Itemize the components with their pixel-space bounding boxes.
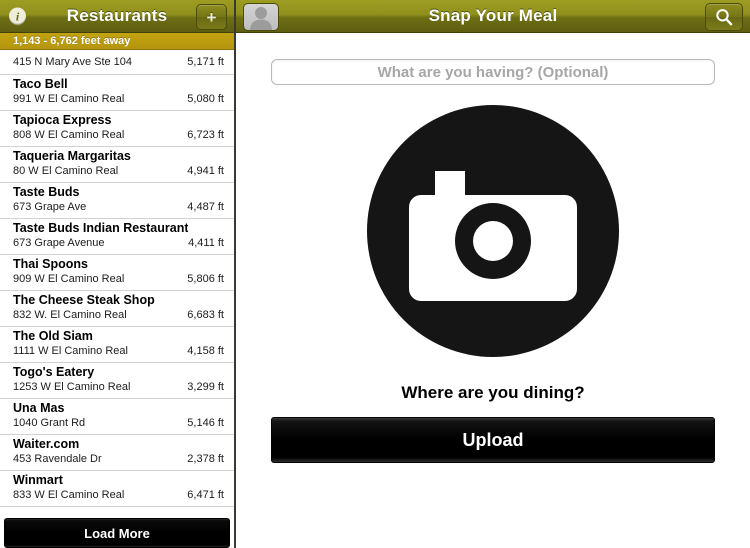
restaurant-info: Thai Spoons 909 W El Camino Real [13,257,124,286]
list-item[interactable]: The Old Siam 1111 W El Camino Real 4,158… [0,327,234,363]
restaurant-distance: 4,941 ft [187,165,224,177]
page-title: Restaurants [66,6,168,25]
restaurant-distance: 6,683 ft [187,309,224,321]
restaurant-address: 909 W El Camino Real [13,273,125,285]
restaurant-info: Taco Bell 991 W El Camino Real [13,77,124,106]
restaurant-address: 673 Grape Ave [13,201,87,213]
restaurant-name: Winmart [13,473,63,487]
restaurant-info: Togo's Eatery 1253 W El Camino Real [13,365,130,394]
restaurant-name: Una Mas [13,401,65,415]
restaurant-info: Taste Buds 673 Grape Ave [13,185,86,214]
restaurant-address: 80 W El Camino Real [13,165,119,177]
restaurant-address: 453 Ravendale Dr [13,453,102,465]
restaurant-address: 833 W El Camino Real [13,489,125,501]
restaurant-address: 832 W. El Camino Real [13,309,127,321]
distance-range-header: 1,143 - 6,762 feet away [0,33,234,50]
restaurant-distance: 5,171 ft [187,56,224,68]
snap-meal-panel: Snap Your Meal Where are you dining? [236,0,750,548]
restaurant-distance: 5,080 ft [187,93,224,105]
snap-meal-content: Where are you dining? Upload [236,33,750,548]
search-icon [716,9,733,26]
avatar[interactable] [243,3,279,31]
restaurant-info: Waiter.com 453 Ravendale Dr [13,437,102,466]
app-root: i Restaurants + 1,143 - 6,762 feet away … [0,0,750,548]
restaurant-address: 808 W El Camino Real [13,129,125,141]
restaurant-info: 415 N Mary Ave Ste 104 [13,55,132,69]
restaurant-name: Taco Bell [13,77,68,91]
upload-button[interactable]: Upload [271,417,715,463]
restaurant-address: 1253 W El Camino Real [13,381,131,393]
restaurant-name: The Cheese Steak Shop [13,293,155,307]
restaurant-distance: 5,806 ft [187,273,224,285]
meal-description-input[interactable] [271,59,715,85]
upload-label: Upload [462,429,524,450]
restaurant-distance: 2,378 ft [187,453,224,465]
snap-meal-title: Snap Your Meal [428,6,558,25]
restaurant-distance: 4,158 ft [187,345,224,357]
restaurant-info: Taste Buds Indian Restaurant 673 Grape A… [13,221,188,250]
list-item[interactable]: Tapioca Express 808 W El Camino Real 6,7… [0,111,234,147]
restaurant-list[interactable]: 415 N Mary Ave Ste 104 5,171 ft Taco Bel… [0,50,234,518]
dining-prompt-label: Where are you dining? [401,383,585,402]
restaurant-address: 1040 Grant Rd [13,417,86,429]
list-item[interactable]: Una Mas 1040 Grant Rd 5,146 ft [0,399,234,435]
load-more-label: Load More [84,525,150,541]
restaurants-navbar: i Restaurants + [0,0,234,33]
restaurant-info: Winmart 833 W El Camino Real [13,473,124,502]
restaurant-name: Taste Buds [13,185,80,199]
restaurant-address: 1111 W El Camino Real [13,345,128,357]
restaurant-name: The Old Siam [13,329,93,343]
restaurant-distance: 3,299 ft [187,381,224,393]
restaurant-name: Togo's Eatery [13,365,95,379]
restaurant-name: Taste Buds Indian Restaurant [13,221,189,235]
restaurant-distance: 5,146 ft [187,417,224,429]
list-item[interactable]: Taqueria Margaritas 80 W El Camino Real … [0,147,234,183]
list-item[interactable]: Waiter.com 453 Ravendale Dr 2,378 ft [0,435,234,471]
list-item[interactable]: Taste Buds Indian Restaurant 673 Grape A… [0,219,234,255]
add-restaurant-button[interactable]: + [196,4,227,30]
list-item[interactable]: The Cheese Steak Shop 832 W. El Camino R… [0,291,234,327]
restaurant-name: Waiter.com [13,437,80,451]
list-item[interactable]: Thai Spoons 909 W El Camino Real 5,806 f… [0,255,234,291]
list-item[interactable]: Taste Buds 673 Grape Ave 4,487 ft [0,183,234,219]
restaurant-info: Tapioca Express 808 W El Camino Real [13,113,124,142]
restaurants-panel: i Restaurants + 1,143 - 6,762 feet away … [0,0,236,548]
snap-meal-navbar: Snap Your Meal [236,0,750,33]
list-item[interactable]: Togo's Eatery 1253 W El Camino Real 3,29… [0,363,234,399]
restaurant-info: Una Mas 1040 Grant Rd [13,401,85,430]
restaurant-info: The Cheese Steak Shop 832 W. El Camino R… [13,293,155,322]
camera-capture-button[interactable] [365,103,621,359]
person-avatar-icon [250,7,272,30]
info-icon-glyph: i [15,9,20,23]
restaurant-distance: 6,723 ft [187,129,224,141]
restaurant-address: 415 N Mary Ave Ste 104 [13,56,133,68]
load-more-button[interactable]: Load More [4,518,230,548]
list-item[interactable]: Winmart 833 W El Camino Real 6,471 ft [0,471,234,507]
restaurant-distance: 4,487 ft [187,201,224,213]
plus-icon: + [206,7,217,27]
info-icon[interactable]: i [9,7,26,25]
restaurant-address: 673 Grape Avenue [13,237,105,249]
restaurant-name: Thai Spoons [13,257,88,271]
restaurant-distance: 6,471 ft [187,489,224,501]
list-item[interactable]: Taco Bell 991 W El Camino Real 5,080 ft [0,75,234,111]
restaurant-address: 991 W El Camino Real [13,93,125,105]
restaurant-distance: 4,411 ft [188,237,224,249]
restaurant-info: Taqueria Margaritas 80 W El Camino Real [13,149,131,178]
restaurant-name: Tapioca Express [13,113,112,127]
restaurant-name: Taqueria Margaritas [13,149,131,163]
restaurant-info: The Old Siam 1111 W El Camino Real [13,329,128,358]
search-button[interactable] [705,3,743,31]
list-item[interactable]: 415 N Mary Ave Ste 104 5,171 ft [0,50,234,75]
camera-icon [367,105,619,357]
